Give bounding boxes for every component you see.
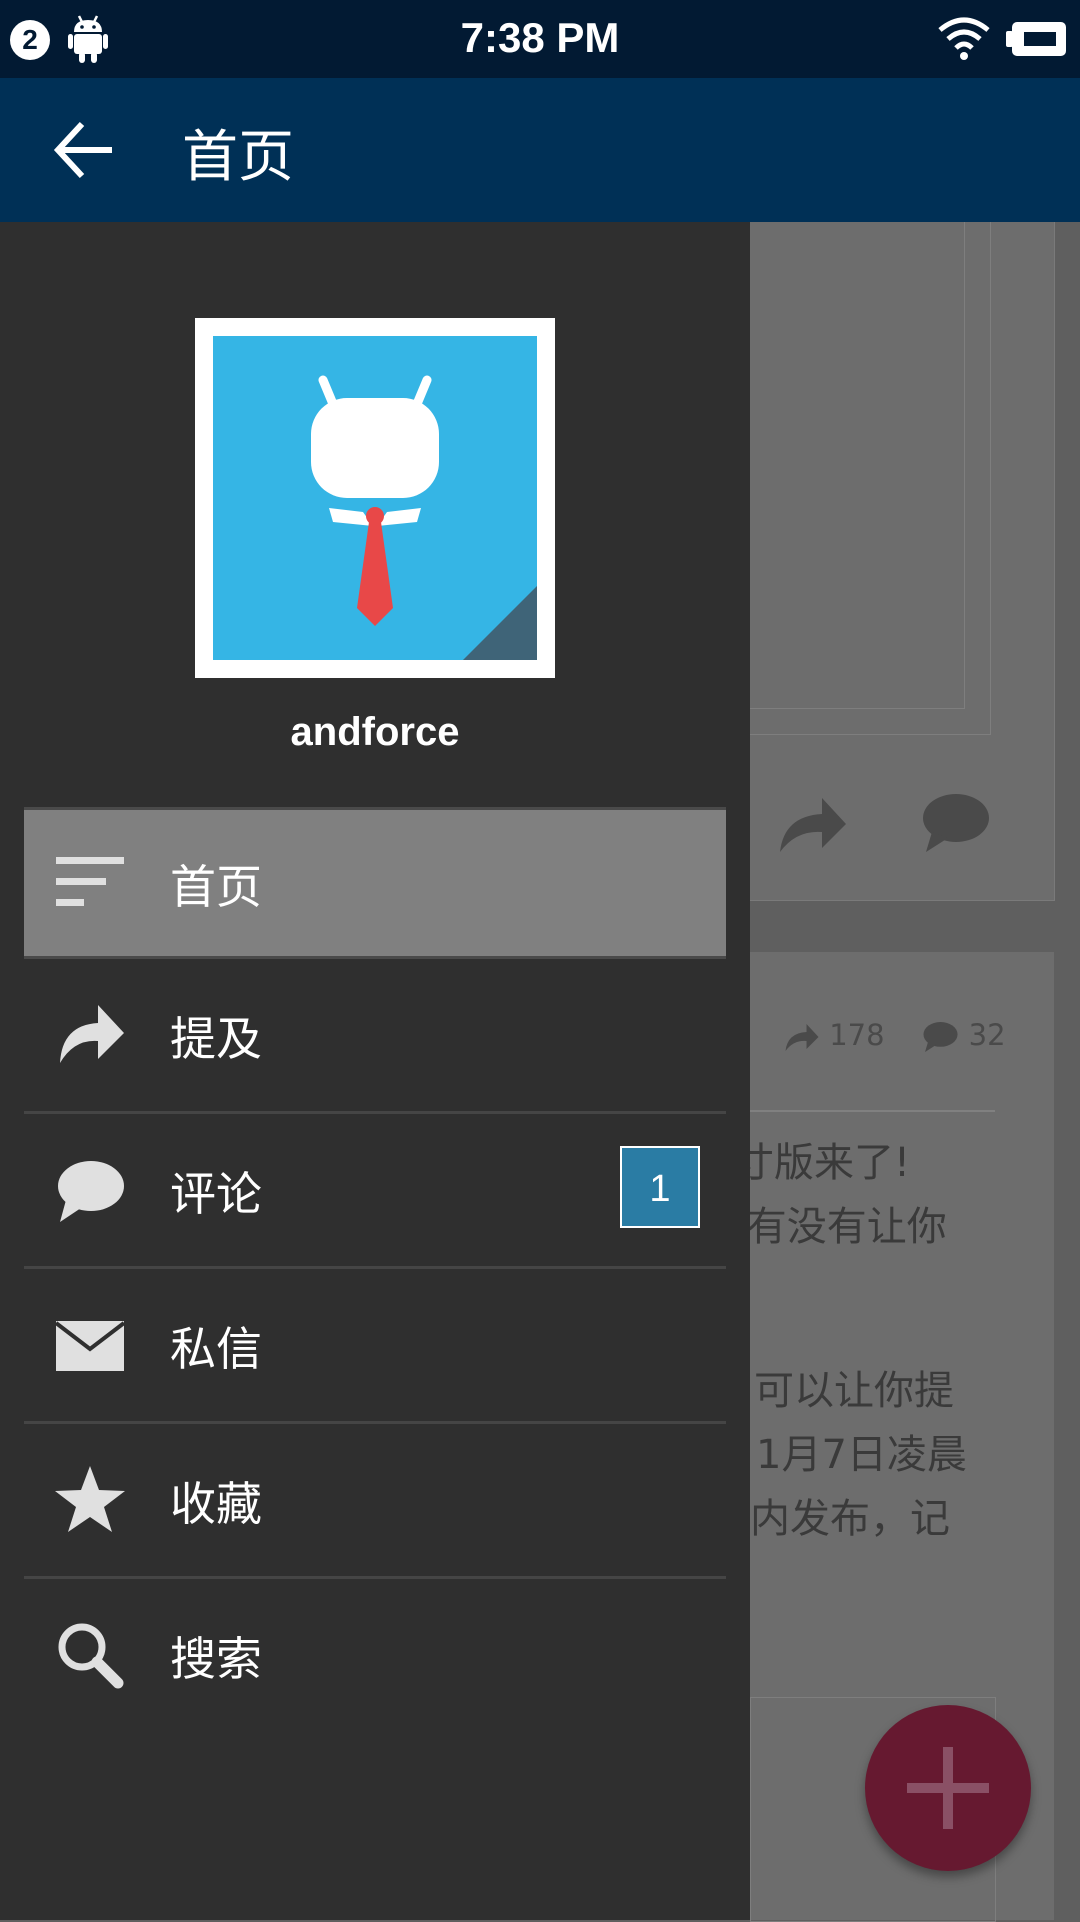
drawer-item-label: 首页 bbox=[170, 860, 262, 914]
drawer-item-label: 评论 bbox=[170, 1167, 262, 1221]
app-bar: 首页 bbox=[0, 78, 1080, 222]
avatar[interactable] bbox=[195, 318, 555, 678]
drawer-item-label: 收藏 bbox=[170, 1477, 262, 1531]
status-time: 7:38 PM bbox=[460, 14, 620, 61]
feed-card bbox=[750, 222, 1055, 901]
drawer-item-comments[interactable]: 评论 1 bbox=[24, 1114, 726, 1269]
arrow-back-icon[interactable] bbox=[52, 118, 116, 182]
drawer-item-mentions[interactable]: 提及 bbox=[24, 959, 726, 1114]
page-title: 首页 bbox=[182, 125, 294, 190]
add-fab-button[interactable] bbox=[865, 1705, 1031, 1871]
post-text-line: ”有没有让你 bbox=[726, 1204, 947, 1250]
sort-lines-icon bbox=[56, 857, 124, 906]
post-text-line: 可以让你提 bbox=[754, 1368, 954, 1414]
post-text-line: 1月7日凌晨 bbox=[756, 1432, 967, 1478]
wifi-icon bbox=[938, 17, 990, 60]
battery-icon bbox=[1006, 22, 1066, 56]
drawer-menu: 首页 提及 评论 1 私信 收藏 搜索 bbox=[24, 807, 726, 1731]
drawer-item-label: 私信 bbox=[170, 1322, 262, 1376]
card-image bbox=[750, 222, 965, 709]
star-icon bbox=[55, 1466, 125, 1532]
drawer-item-search[interactable]: 搜索 bbox=[24, 1579, 726, 1731]
chat-bubble-icon bbox=[58, 1161, 124, 1222]
navigation-drawer: andforce 首页 提及 评论 1 私信 收藏 搜索 bbox=[0, 222, 750, 1920]
search-icon bbox=[58, 1623, 124, 1689]
repost-count: 178 bbox=[829, 1018, 885, 1052]
drawer-item-label: 提及 bbox=[170, 1012, 262, 1066]
username: andforce bbox=[290, 710, 460, 754]
post-stats: 178 32 bbox=[784, 1018, 1006, 1053]
envelope-icon bbox=[54, 1321, 126, 1371]
comment-icon bbox=[923, 1022, 959, 1052]
drawer-item-label: 搜索 bbox=[170, 1632, 262, 1686]
drawer-item-favorites[interactable]: 收藏 bbox=[24, 1424, 726, 1579]
plus-icon bbox=[907, 1747, 989, 1829]
drawer-item-messages[interactable]: 私信 bbox=[24, 1269, 726, 1424]
repost-icon bbox=[785, 1024, 819, 1051]
drawer-item-home[interactable]: 首页 bbox=[24, 807, 726, 959]
share-arrow-icon bbox=[60, 1005, 124, 1063]
android-robot-with-tie-avatar bbox=[213, 336, 537, 660]
post-text-line: 内发布，记 bbox=[750, 1496, 950, 1542]
comment-count: 32 bbox=[968, 1018, 1006, 1052]
share-arrow-icon bbox=[780, 798, 846, 852]
post-text-line: 寸版来了! bbox=[734, 1140, 911, 1186]
divider bbox=[750, 1110, 995, 1112]
comments-count-badge: 1 bbox=[620, 1146, 700, 1228]
chat-bubble-icon bbox=[923, 794, 989, 852]
status-bar: 2 7:38 PM bbox=[0, 0, 1080, 78]
